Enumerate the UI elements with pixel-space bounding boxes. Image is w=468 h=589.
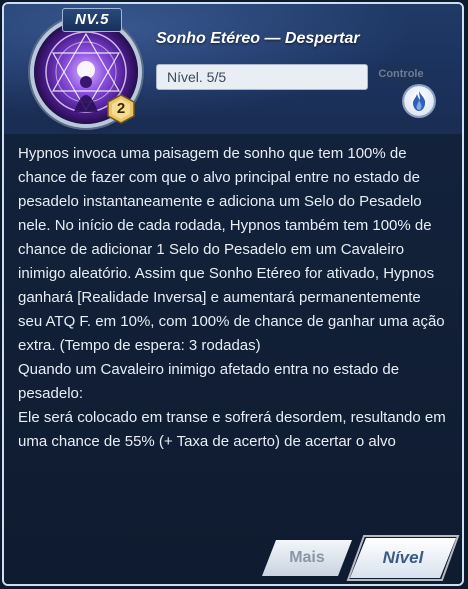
level-tag: NV.5 [62, 8, 122, 32]
side-label: Controle [378, 64, 424, 84]
skill-level-field: Nível. 5/5 [156, 64, 368, 90]
level-button[interactable]: Nível [350, 538, 456, 578]
badge-count: 2 [116, 100, 126, 117]
flame-element-icon [404, 86, 434, 116]
rank-badge: 2 [106, 94, 136, 124]
skill-title: Sonho Etéreo — Despertar [156, 30, 360, 47]
more-button[interactable]: Mais [262, 540, 352, 576]
skill-description: Hypnos invoca uma paisagem de sonho que … [18, 145, 446, 450]
skill-detail-panel: NV.5 2 Sonho Etéreo — Despertar Nível. 5… [2, 2, 464, 586]
